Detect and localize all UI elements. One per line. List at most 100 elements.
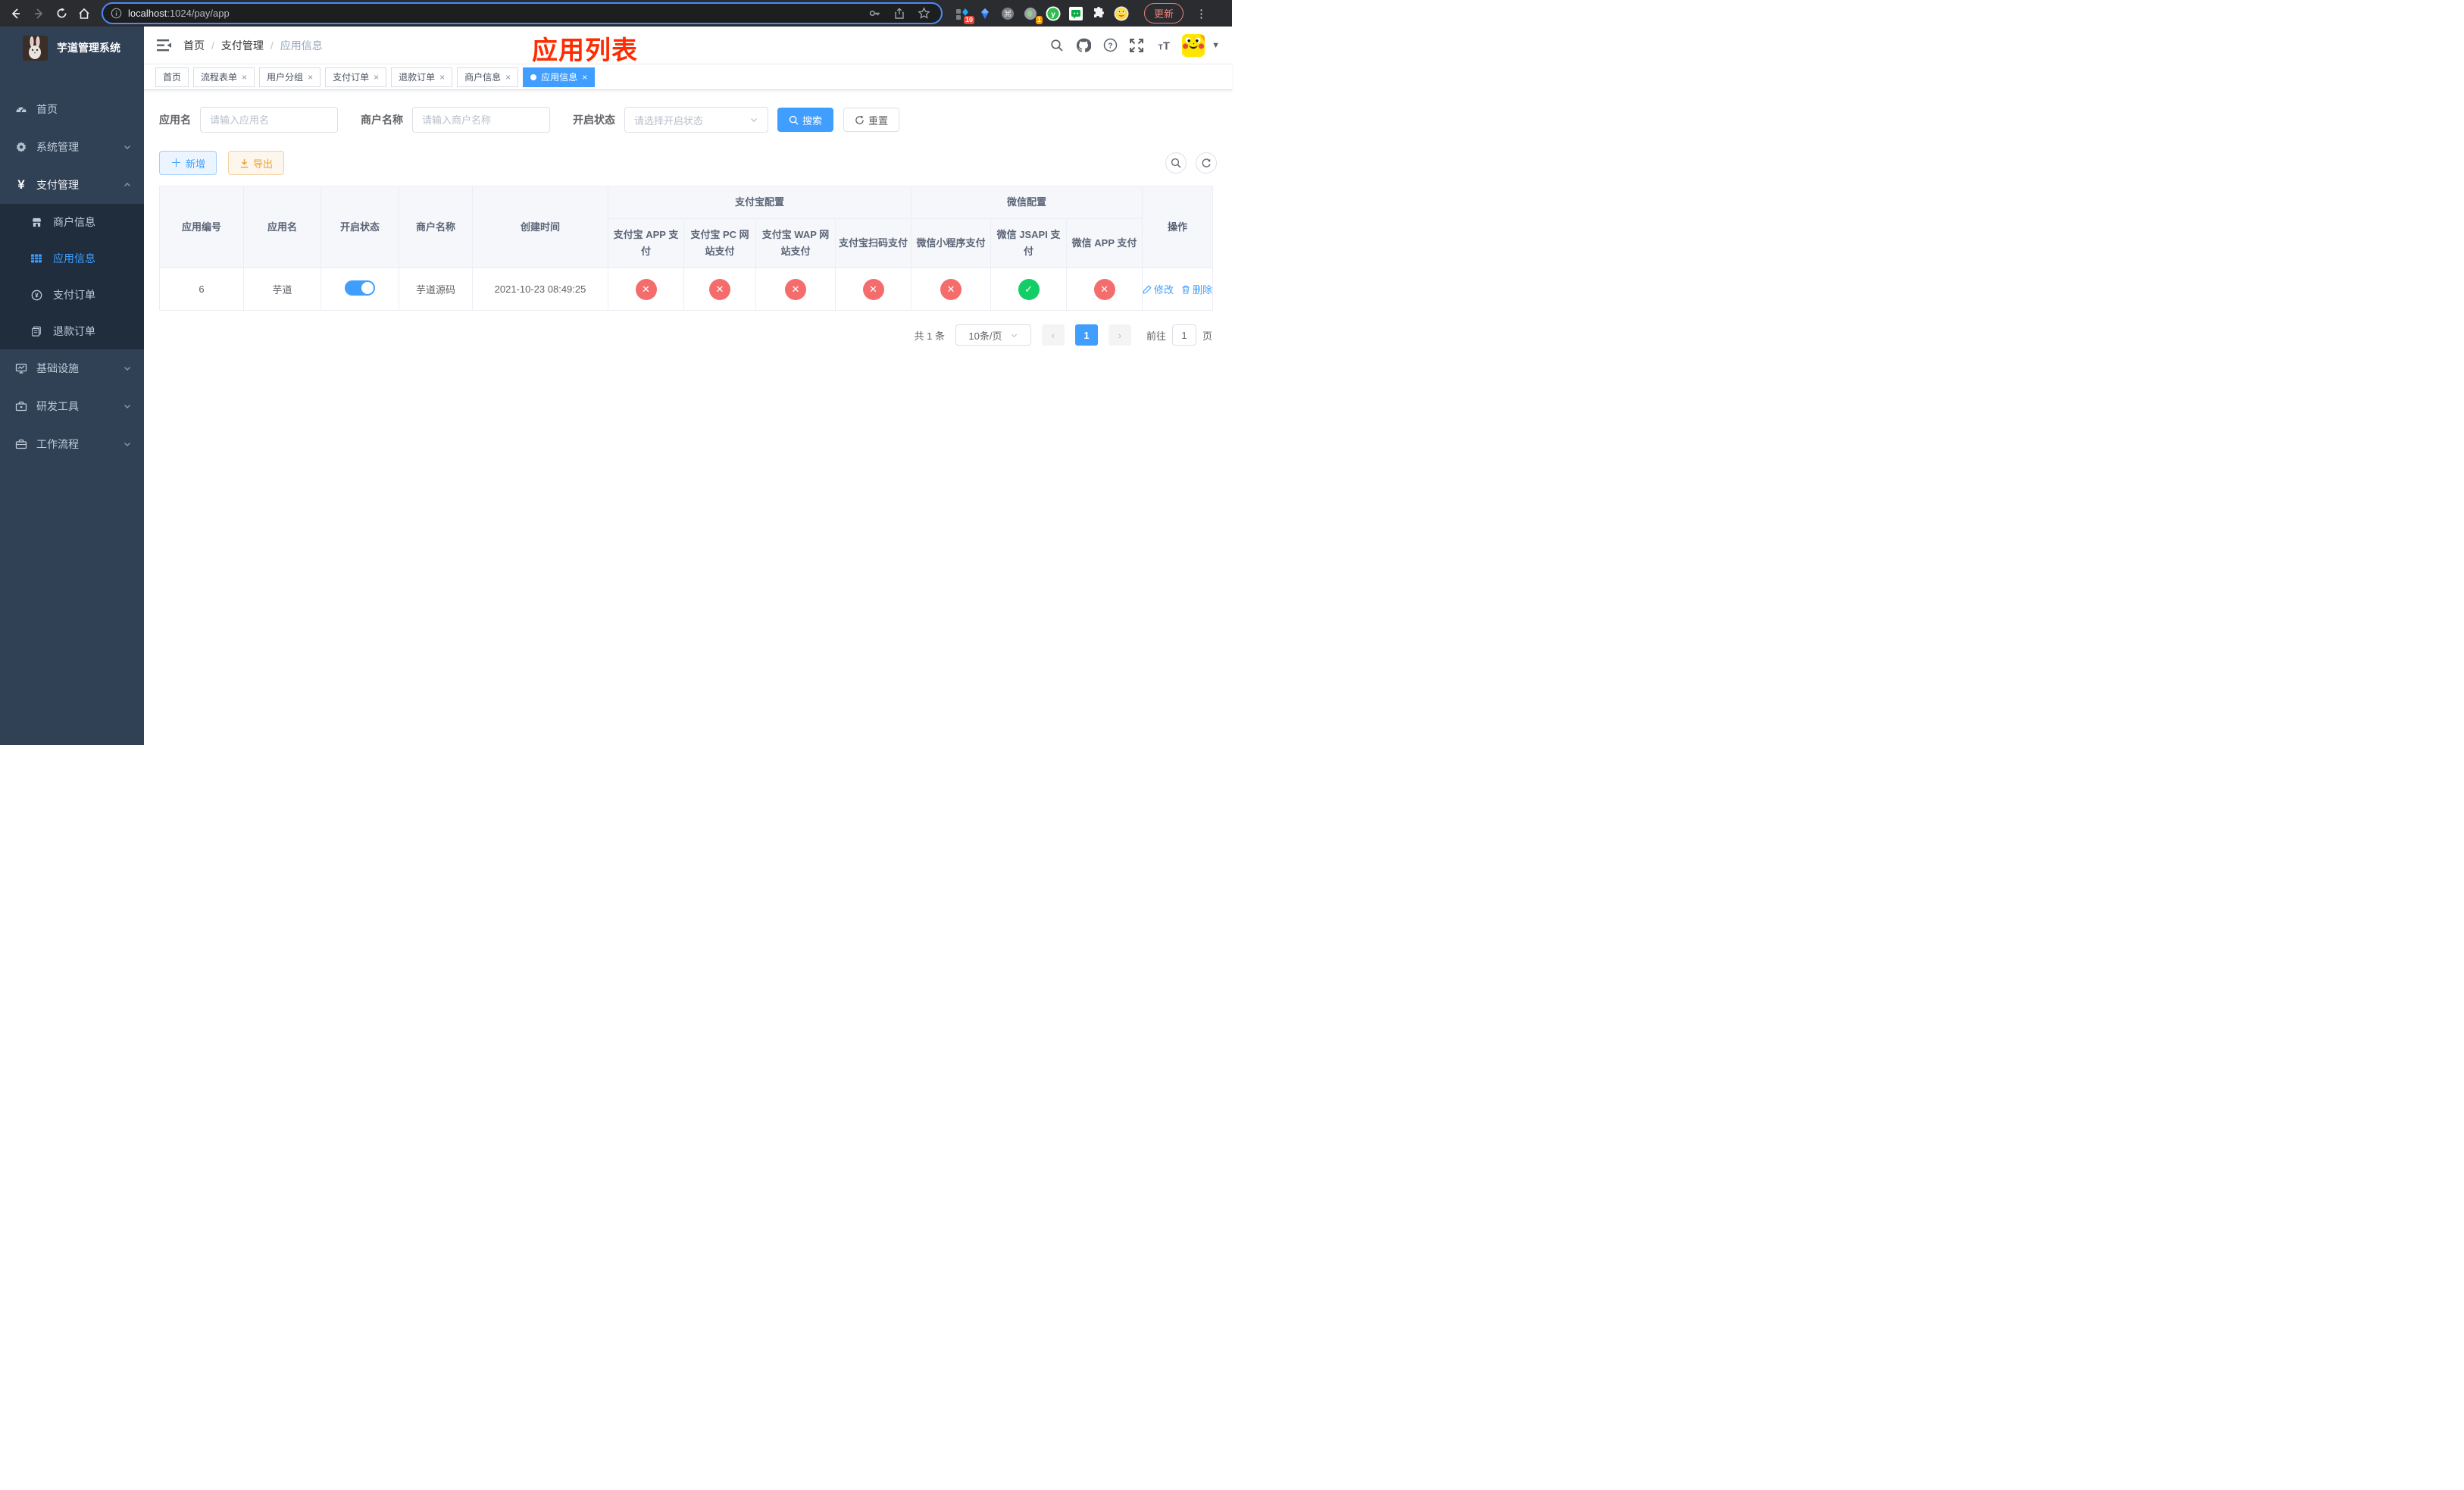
sidebar-item-pay-order[interactable]: ¥ 支付订单 [0,277,144,313]
address-bar[interactable]: localhost:1024/pay/app [102,2,943,24]
profile-emoji-icon[interactable] [1114,6,1129,21]
tag-user-group[interactable]: 用户分组 × [259,67,321,87]
github-icon[interactable] [1076,38,1092,53]
close-icon[interactable]: × [374,72,379,83]
font-size-icon[interactable]: TT [1155,38,1171,53]
extension-proxy-icon[interactable]: 1 [1023,6,1043,24]
back-icon[interactable] [6,4,26,23]
close-icon[interactable]: × [308,72,313,83]
status-select[interactable]: 请选择开启状态 [624,107,768,133]
sidebar-logo-row[interactable]: 芋道管理系统 [0,27,144,69]
refresh-table-button[interactable] [1196,152,1217,174]
close-icon[interactable]: × [505,72,511,83]
breadcrumb-pay[interactable]: 支付管理 [221,38,264,53]
sidebar-item-workflow[interactable]: 工作流程 [0,425,144,463]
reset-button[interactable]: 重置 [843,108,900,132]
tag-home[interactable]: 首页 [155,67,189,87]
sidebar-item-merchant-info[interactable]: 商户信息 [0,204,144,240]
status-toggle[interactable] [345,280,375,296]
page-suffix: 页 [1202,330,1212,342]
next-page-button[interactable]: › [1108,324,1131,346]
chevron-down-icon [123,402,132,411]
chevron-down-icon [123,364,132,373]
tag-merchant-info[interactable]: 商户信息 × [457,67,519,87]
delete-link[interactable]: 删除 [1181,282,1212,296]
cell-app-id: 6 [159,268,244,311]
reload-icon[interactable] [52,4,71,23]
sidebar-item-infra[interactable]: 基础设施 [0,349,144,387]
share-icon[interactable] [893,7,905,20]
search-button[interactable]: 搜索 [777,108,834,132]
close-icon[interactable]: × [582,72,587,83]
app-logo [23,35,48,61]
goto-page-input[interactable] [1171,324,1196,346]
col-header-wechat-jsapi: 微信 JSAPI 支付 [990,218,1068,268]
svg-text:y: y [1051,11,1055,19]
breadcrumb-home[interactable]: 首页 [183,38,205,53]
tag-process-form[interactable]: 流程表单 × [193,67,255,87]
show-search-toggle-button[interactable] [1165,152,1187,174]
group-header-alipay: 支付宝配置 [607,186,912,219]
header-search-icon[interactable] [1049,38,1065,53]
extension-command-icon[interactable]: ⌘ [1000,6,1015,21]
col-header-alipay-wap: 支付宝 WAP 网站支付 [755,218,836,268]
breadcrumb: 首页 / 支付管理 / 应用信息 [183,38,323,53]
alipay-app-status-icon [635,278,657,300]
sidebar-item-devtools[interactable]: 研发工具 [0,387,144,425]
export-button[interactable]: 导出 [228,151,285,175]
home-icon[interactable] [74,4,94,23]
merchant-name-input[interactable] [412,107,550,133]
sidebar-item-label: 首页 [36,103,58,115]
extension-gem-icon[interactable] [977,6,993,21]
user-avatar[interactable] [1182,33,1205,57]
col-header-alipay-app: 支付宝 APP 支付 [608,218,684,268]
browser-menu-icon[interactable]: ⋮ [1196,7,1207,20]
sidebar-item-home[interactable]: 首页 [0,90,144,128]
extension-wechat-dev-icon[interactable] [1068,6,1083,21]
tag-refund-order[interactable]: 退款订单 × [391,67,453,87]
prev-page-button[interactable]: ‹ [1041,324,1065,346]
sidebar-item-refund-order[interactable]: 退款订单 [0,313,144,349]
tag-pay-order[interactable]: 支付订单 × [325,67,387,87]
add-button[interactable]: ＋ 新增 [159,151,217,175]
sidebar-item-label: 支付管理 [36,179,79,191]
page-number-1[interactable]: 1 [1074,324,1098,346]
sidebar-item-app-info[interactable]: 应用信息 [0,240,144,277]
forward-icon[interactable] [29,4,48,23]
avatar-caret-icon[interactable]: ▼ [1212,41,1220,50]
edit-link[interactable]: 修改 [1143,282,1174,296]
sidebar-submenu-pay: 商户信息 应用信息 ¥ 支付订单 退款订单 [0,204,144,349]
extension-yudao-icon[interactable]: y [1046,6,1061,21]
app-name-input[interactable] [200,107,338,133]
extensions-puzzle-icon[interactable] [1091,6,1106,21]
download-icon [240,158,249,167]
help-icon[interactable]: ? [1102,38,1118,53]
site-info-icon[interactable] [111,8,122,19]
extension-tabs-icon[interactable]: 10 [955,6,974,24]
close-icon[interactable]: × [439,72,445,83]
status-label: 开启状态 [573,114,615,126]
close-icon[interactable]: × [242,72,247,83]
sidebar-item-label: 研发工具 [36,400,79,412]
svg-text:¥: ¥ [35,291,39,299]
chevron-down-icon [123,440,132,449]
page-annotation-title: 应用列表 [532,36,638,65]
page-size-select[interactable]: 10条/页 [955,324,1031,346]
apps-table: 应用编号 应用名 开启状态 商户名称 创建时间 支付宝配置 微信配置 操作 支付… [159,186,1214,311]
sidebar-collapse-icon[interactable] [156,37,173,54]
tag-app-info[interactable]: 应用信息 × [523,67,596,87]
wechat-jsapi-status-icon [1018,278,1040,300]
fullscreen-icon[interactable] [1129,38,1144,53]
chrome-update-button[interactable]: 更新 [1144,3,1184,23]
bookmark-star-icon[interactable] [918,7,930,20]
sidebar-item-system[interactable]: 系统管理 [0,128,144,166]
col-header-app-name: 应用名 [243,186,321,268]
merchant-name-label: 商户名称 [361,114,403,126]
trash-icon [1182,285,1190,293]
breadcrumb-current: 应用信息 [280,39,323,52]
password-key-icon[interactable] [868,7,881,20]
col-header-wechat-app: 微信 APP 支付 [1066,218,1143,268]
sidebar-menu: 首页 系统管理 ¥ 支付管理 商户信息 应用信息 ¥ 支付订单 退款订单 基础设… [0,90,144,463]
sidebar-item-pay[interactable]: ¥ 支付管理 [0,166,144,204]
edit-pen-icon [1143,284,1152,293]
